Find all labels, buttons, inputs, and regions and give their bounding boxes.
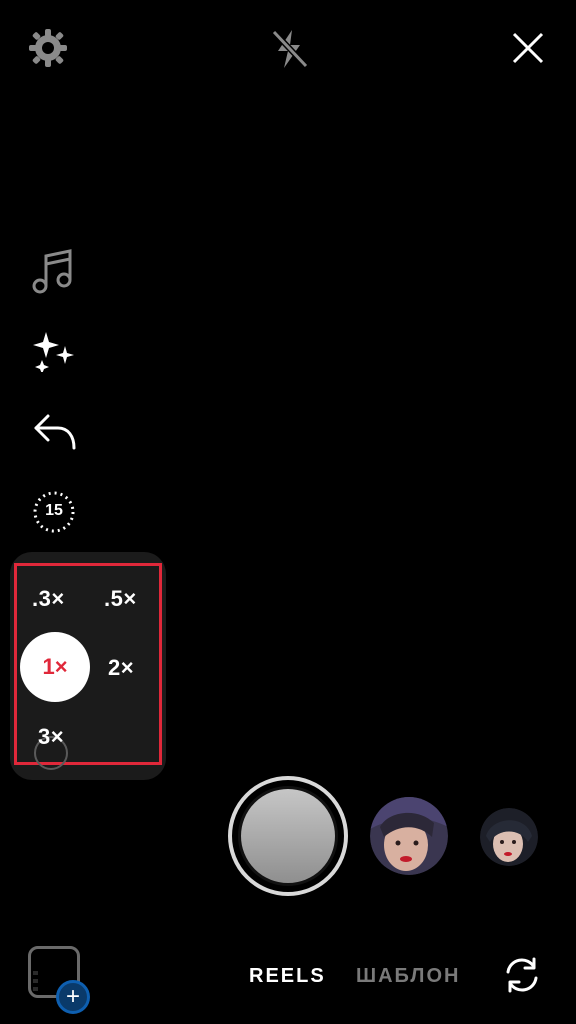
add-media-icon[interactable]: + [56,980,90,1014]
speed-option-2x[interactable]: 2× [108,655,134,681]
effect-avatar-1[interactable] [370,797,448,875]
undo-arrow-icon[interactable] [32,412,78,452]
flash-off-icon[interactable] [266,26,312,72]
timer-icon[interactable]: 15 [32,490,76,534]
flip-camera-icon[interactable] [502,955,542,995]
effect-avatar-2[interactable] [480,808,538,866]
close-icon[interactable] [508,28,548,68]
speed-selected-label: 1× [42,654,68,679]
capture-button-inner [238,786,338,886]
speed-option-1x-selected[interactable]: 1× [20,632,90,702]
speed-option-3x[interactable]: 3× [38,724,64,750]
sparkles-icon[interactable] [32,332,76,372]
mode-tab-reels[interactable]: REELS [249,965,326,988]
settings-gear-icon[interactable] [26,26,70,70]
mode-tab-template[interactable]: ШАБЛОН [356,965,460,988]
capture-button[interactable] [228,776,348,896]
timer-label: 15 [45,502,63,519]
speed-option-0.3x[interactable]: .3× [32,586,65,612]
speed-option-0.5x[interactable]: .5× [104,586,137,612]
music-note-icon[interactable] [30,248,76,296]
